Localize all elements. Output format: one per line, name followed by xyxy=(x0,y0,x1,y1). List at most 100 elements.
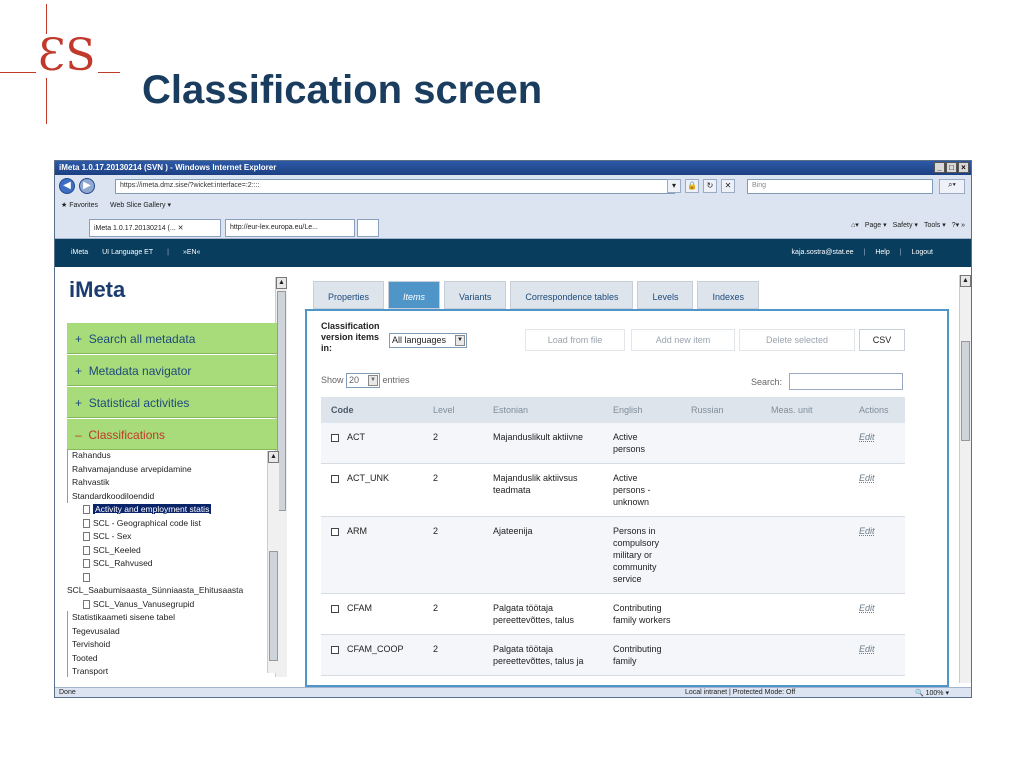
accordion-search-all-metadata[interactable]: + Search all metadata xyxy=(67,323,277,354)
tree-item[interactable]: Transport xyxy=(67,665,281,677)
stop-icon[interactable]: ✕ xyxy=(721,179,735,193)
user-email[interactable]: kaja.sostra@stat.ee xyxy=(792,249,854,256)
address-bar[interactable]: https://imeta.dmz.sise/?wicket:interface… xyxy=(115,179,675,194)
tab-levels[interactable]: Levels xyxy=(637,281,694,309)
row-checkbox[interactable] xyxy=(331,474,339,483)
tab-properties[interactable]: Properties xyxy=(313,281,385,309)
new-tab-button[interactable] xyxy=(357,219,379,237)
tab-variants[interactable]: Variants xyxy=(444,281,507,309)
tab-correspondence-tables[interactable]: Correspondence tables xyxy=(510,281,634,309)
tab-indexes[interactable]: Indexes xyxy=(697,281,760,309)
code-cell: ACT_UNK xyxy=(321,463,423,517)
tree-item[interactable]: Rahvamajanduse arvepidamine xyxy=(67,462,281,476)
zoom-level[interactable]: 🔍 100% ▾ xyxy=(915,689,949,697)
page-scrollbar[interactable]: ▲ xyxy=(959,275,971,683)
edit-link[interactable]: Edit xyxy=(859,473,875,483)
edit-link[interactable]: Edit xyxy=(859,526,875,536)
refresh-icon[interactable]: ↻ xyxy=(703,179,717,193)
csv-export-button[interactable]: CSV xyxy=(859,329,905,351)
tree-item[interactable]: Statistikaameti sisene tabel xyxy=(67,611,281,625)
search-go-icon[interactable]: ⌕▾ xyxy=(939,179,965,194)
tree-scroll-thumb[interactable] xyxy=(269,551,278,661)
minimize-button[interactable]: _ xyxy=(934,162,945,173)
browser-tab-eurlex[interactable]: http://eur-lex.europa.eu/Le... xyxy=(225,219,355,237)
close-button[interactable]: × xyxy=(958,162,969,173)
accordion-statistical-activities[interactable]: + Statistical activities xyxy=(67,387,277,418)
edit-link[interactable]: Edit xyxy=(859,603,875,613)
row-checkbox[interactable] xyxy=(331,645,339,654)
language-switch-en[interactable]: »EN« xyxy=(183,249,201,256)
tree-scrollbar[interactable]: ▲ xyxy=(267,451,279,673)
tree-item[interactable]: Rahvastik xyxy=(67,476,281,490)
entries-value: 20 xyxy=(349,375,360,385)
tree-item-selected[interactable]: Activity and employment statis xyxy=(67,503,281,517)
tree-item[interactable]: SCL_Saabumisaasta_Sünniaasta_Ehitusaasta xyxy=(67,584,281,598)
tree-item[interactable]: SCL_Vanus_Vanusegrupid xyxy=(67,598,281,612)
col-level[interactable]: Level xyxy=(423,397,483,423)
tree-item[interactable]: Tegevusalad xyxy=(67,624,281,638)
tree-item[interactable]: SCL_Keeled xyxy=(67,544,281,558)
row-checkbox[interactable] xyxy=(331,604,339,613)
table-search-input[interactable] xyxy=(789,373,903,390)
chevron-down-icon: ▼ xyxy=(368,375,379,386)
col-code[interactable]: Code xyxy=(321,397,423,423)
code-cell: CFAM xyxy=(321,593,423,635)
delete-selected-button[interactable]: Delete selected xyxy=(739,329,855,351)
help-link[interactable]: Help xyxy=(875,249,889,256)
edit-link[interactable]: Edit xyxy=(859,644,875,654)
lock-icon[interactable]: 🔒 xyxy=(685,179,699,193)
accordion-metadata-navigator[interactable]: + Metadata navigator xyxy=(67,355,277,386)
dropdown-icon[interactable]: ▾ xyxy=(667,179,681,193)
code-value: ACT xyxy=(347,432,365,442)
cmd-tools[interactable]: Tools ▾ xyxy=(924,221,946,229)
tree-item[interactable]: Tervishoid xyxy=(67,638,281,652)
row-checkbox[interactable] xyxy=(331,433,339,442)
app-home-link[interactable]: iMeta xyxy=(71,249,88,256)
search-input[interactable]: Bing xyxy=(747,179,933,194)
tree-item[interactable]: Standardkoodiloendid xyxy=(67,489,281,503)
tab-items[interactable]: Items xyxy=(388,281,441,309)
page-scroll-thumb[interactable] xyxy=(961,341,970,441)
browser-tab-imeta[interactable]: iMeta 1.0.17.20130214 (... ✕ xyxy=(89,219,221,237)
language-select[interactable]: All languages ▼ xyxy=(389,333,467,348)
back-icon[interactable]: ◀ xyxy=(59,178,75,194)
browser-tab-row: iMeta 1.0.17.20130214 (... ✕ http://eur-… xyxy=(55,215,971,239)
col-english[interactable]: English xyxy=(603,397,681,423)
english-cell: Active persons xyxy=(603,423,681,464)
col-russian[interactable]: Russian xyxy=(681,397,761,423)
estonian-cell: Ajateenija xyxy=(483,516,603,594)
tree-item[interactable] xyxy=(67,571,281,585)
favorites-button[interactable]: ★ Favorites xyxy=(61,201,98,211)
tree-item[interactable]: Rahandus xyxy=(67,449,281,463)
edit-link[interactable]: Edit xyxy=(859,432,875,442)
file-icon xyxy=(83,518,90,528)
cmd-page[interactable]: Page ▾ xyxy=(865,221,887,229)
logout-link[interactable]: Logout xyxy=(912,249,933,256)
load-from-file-button[interactable]: Load from file xyxy=(525,329,625,351)
ui-language-label: UI Language ET xyxy=(102,249,154,256)
maximize-button[interactable]: □ xyxy=(946,162,957,173)
tree-item[interactable]: SCL - Geographical code list xyxy=(67,517,281,531)
home-icon[interactable]: ⌂▾ xyxy=(851,221,859,229)
page-scroll-up-icon[interactable]: ▲ xyxy=(960,275,971,287)
col-meas-unit[interactable]: Meas. unit xyxy=(761,397,849,423)
actions-cell: Edit xyxy=(849,463,905,517)
accordion-classifications[interactable]: – Classifications xyxy=(67,419,277,450)
help-icon[interactable]: ?▾ » xyxy=(952,221,965,229)
col-actions[interactable]: Actions xyxy=(849,397,905,423)
forward-icon[interactable]: ▶ xyxy=(79,178,95,194)
col-estonian[interactable]: Estonian xyxy=(483,397,603,423)
row-checkbox[interactable] xyxy=(331,527,339,536)
cmd-safety[interactable]: Safety ▾ xyxy=(893,221,918,229)
unit-cell xyxy=(761,423,849,464)
favorites-bar: ★ Favorites Web Slice Gallery ▾ xyxy=(55,197,971,215)
tree-item[interactable]: SCL_Rahvused xyxy=(67,557,281,571)
tree-item-label: Activity and employment statis xyxy=(93,504,212,514)
tree-scroll-up-icon[interactable]: ▲ xyxy=(268,451,279,463)
tree-item[interactable]: SCL - Sex xyxy=(67,530,281,544)
scroll-up-icon[interactable]: ▲ xyxy=(276,277,287,289)
entries-select[interactable]: 20 ▼ xyxy=(346,373,381,388)
add-new-item-button[interactable]: Add new item xyxy=(631,329,735,351)
tree-item[interactable]: Tooted xyxy=(67,651,281,665)
web-slice-gallery[interactable]: Web Slice Gallery ▾ xyxy=(110,201,171,211)
